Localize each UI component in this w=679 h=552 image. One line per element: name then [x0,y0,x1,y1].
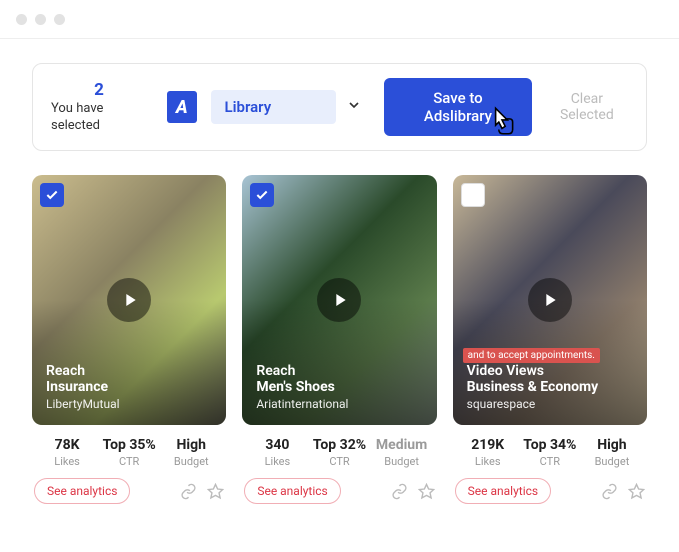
link-icon[interactable] [391,483,408,500]
selection-count-value: 2 [94,80,104,101]
window-titlebar [0,0,679,38]
star-icon[interactable] [628,483,645,500]
clear-selected-button[interactable]: Clear Selected [546,91,628,123]
ctr-value: Top 32% [308,437,370,453]
ctr-value: Top 34% [519,437,581,453]
star-icon[interactable] [207,483,224,500]
budget-value: High [160,437,222,453]
ad-category: Insurance [46,379,212,395]
likes-label: Likes [246,455,308,468]
ctr-label: CTR [519,455,581,468]
ad-advertiser: squarespace [467,397,633,411]
traffic-light-dot [54,14,65,25]
link-icon[interactable] [180,483,197,500]
chevron-down-icon[interactable] [346,97,362,117]
likes-value: 340 [246,437,308,453]
ad-stats: 219K Likes Top 34% CTR High Budget [453,425,647,478]
budget-label: Budget [160,455,222,468]
ad-card: and to accept appointments. Video Views … [453,175,647,504]
ad-category: Business & Economy [467,379,633,395]
cards-grid: Reach Insurance LibertyMutual 78K Likes T… [32,175,647,504]
play-icon[interactable] [317,278,361,322]
ad-objective: Reach [256,363,422,379]
budget-label: Budget [371,455,433,468]
ad-objective: Video Views [467,363,633,379]
ctr-label: CTR [98,455,160,468]
traffic-light-dot [35,14,46,25]
budget-value: Medium [371,437,433,453]
ctr-value: Top 35% [98,437,160,453]
ad-stats: 340 Likes Top 32% CTR Medium Budget [242,425,436,478]
likes-label: Likes [457,455,519,468]
selection-count: 2 You have selected [51,80,147,134]
budget-value: High [581,437,643,453]
ad-card: Reach Insurance LibertyMutual 78K Likes T… [32,175,226,504]
see-analytics-button[interactable]: See analytics [34,478,130,504]
select-checkbox[interactable] [461,183,485,207]
selection-count-label: You have selected [51,101,147,134]
ad-category: Men's Shoes [256,379,422,395]
ad-objective: Reach [46,363,212,379]
library-dropdown[interactable]: Library [211,90,337,124]
likes-value: 78K [36,437,98,453]
play-icon[interactable] [528,278,572,322]
likes-value: 219K [457,437,519,453]
ad-thumbnail[interactable]: and to accept appointments. Video Views … [453,175,647,425]
see-analytics-button[interactable]: See analytics [455,478,551,504]
save-button[interactable]: Save to Adslibrary [384,78,531,136]
ad-thumbnail[interactable]: Reach Insurance LibertyMutual [32,175,226,425]
ad-stats: 78K Likes Top 35% CTR High Budget [32,425,226,478]
select-checkbox[interactable] [250,183,274,207]
video-caption-overlay: and to accept appointments. [463,348,600,363]
ad-advertiser: Ariatinternational [256,397,422,411]
ad-thumbnail[interactable]: Reach Men's Shoes Ariatinternational [242,175,436,425]
link-icon[interactable] [601,483,618,500]
traffic-light-dot [16,14,27,25]
selection-toolbar: 2 You have selected A Library Save to Ad… [32,63,647,151]
budget-label: Budget [581,455,643,468]
play-icon[interactable] [107,278,151,322]
select-checkbox[interactable] [40,183,64,207]
ctr-label: CTR [308,455,370,468]
ad-advertiser: LibertyMutual [46,397,212,411]
adslibrary-logo: A [167,91,196,123]
ad-card: Reach Men's Shoes Ariatinternational 340… [242,175,436,504]
star-icon[interactable] [418,483,435,500]
see-analytics-button[interactable]: See analytics [244,478,340,504]
likes-label: Likes [36,455,98,468]
